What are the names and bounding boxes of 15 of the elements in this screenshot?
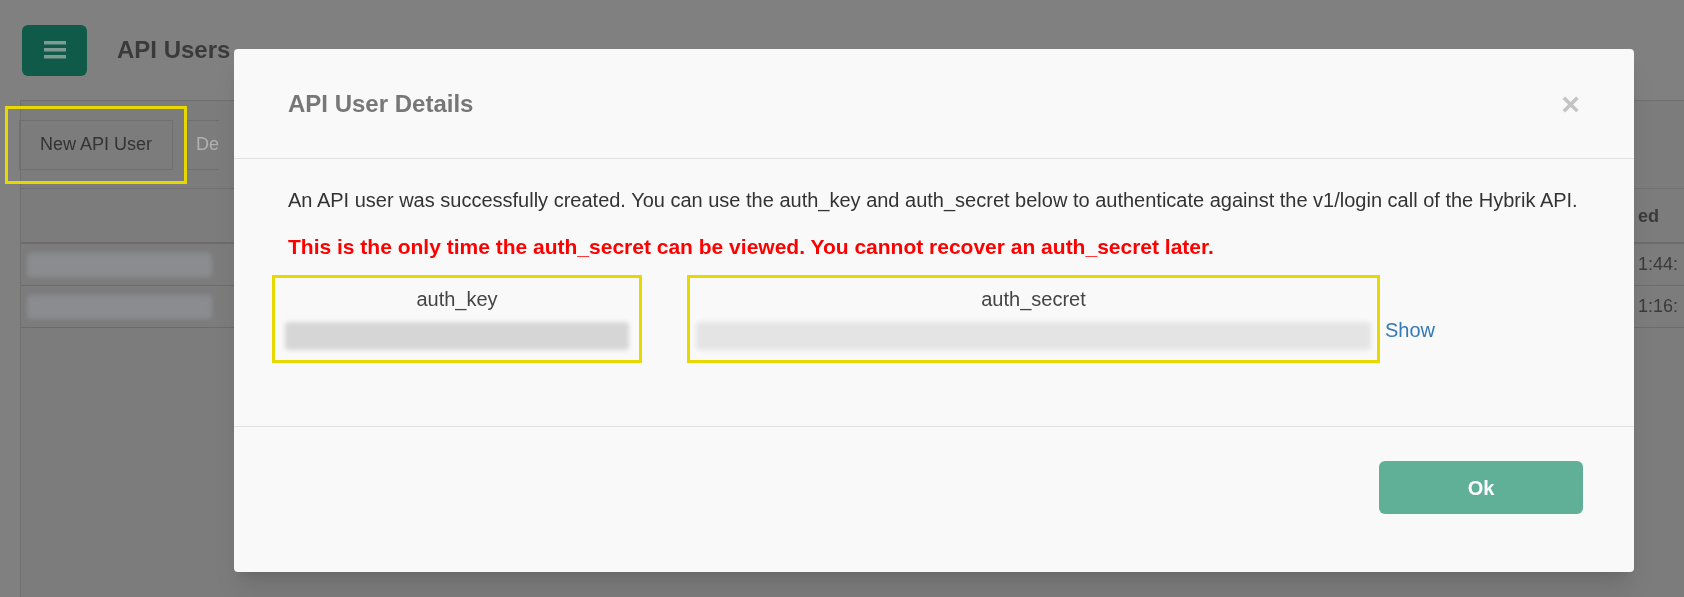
show-link[interactable]: Show bbox=[1385, 314, 1436, 345]
field-label: auth_key bbox=[416, 286, 498, 313]
menu-button[interactable] bbox=[22, 24, 87, 76]
column-header[interactable]: ed bbox=[1638, 203, 1659, 230]
dialog-title: API User Details bbox=[288, 88, 474, 119]
close-button[interactable]: × bbox=[1561, 87, 1580, 120]
field-label: auth_secret bbox=[981, 286, 1086, 313]
ok-button[interactable]: Ok bbox=[1379, 461, 1583, 514]
dialog-message: An API user was successfully created. You can use the auth_key and auth_secret below to authenticate against the v1/login call of the Hybrik API. bbox=[288, 188, 1578, 214]
table-cell-text: 1:44: bbox=[1638, 253, 1679, 276]
page-title: API Users bbox=[117, 35, 231, 65]
toolbar-button[interactable]: New API User bbox=[19, 119, 174, 170]
warning-text: This is the only time the auth_secret can be viewed. You cannot recover an auth_secret later. bbox=[288, 234, 1215, 260]
menu-icon bbox=[43, 41, 66, 59]
table-cell-text: 1:16: bbox=[1638, 295, 1679, 318]
